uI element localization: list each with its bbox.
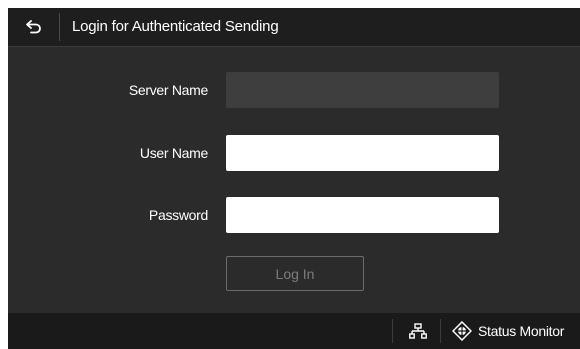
password-field[interactable]: [226, 197, 499, 233]
server-name-field: [226, 72, 499, 108]
log-in-button[interactable]: Log In: [226, 256, 364, 291]
status-monitor-button[interactable]: Status Monitor: [444, 313, 580, 349]
footer-divider: [440, 319, 441, 343]
back-button[interactable]: [8, 8, 59, 46]
header-divider: [59, 13, 60, 41]
user-name-label: User Name: [139, 145, 208, 161]
footer-bar: Status Monitor: [8, 313, 580, 349]
footer-divider: [392, 319, 393, 343]
status-monitor-label: Status Monitor: [478, 323, 565, 339]
network-button[interactable]: [398, 313, 438, 349]
back-arrow-icon: [25, 20, 41, 34]
server-name-label: Server Name: [128, 82, 208, 98]
user-name-field[interactable]: [226, 135, 499, 171]
header-bar: Login for Authenticated Sending: [8, 8, 580, 47]
page-title: Login for Authenticated Sending: [72, 18, 279, 35]
password-label: Password: [148, 207, 208, 223]
network-icon: [409, 323, 427, 339]
status-monitor-icon: [452, 321, 472, 341]
screen: Login for Authenticated Sending Server N…: [8, 8, 580, 349]
